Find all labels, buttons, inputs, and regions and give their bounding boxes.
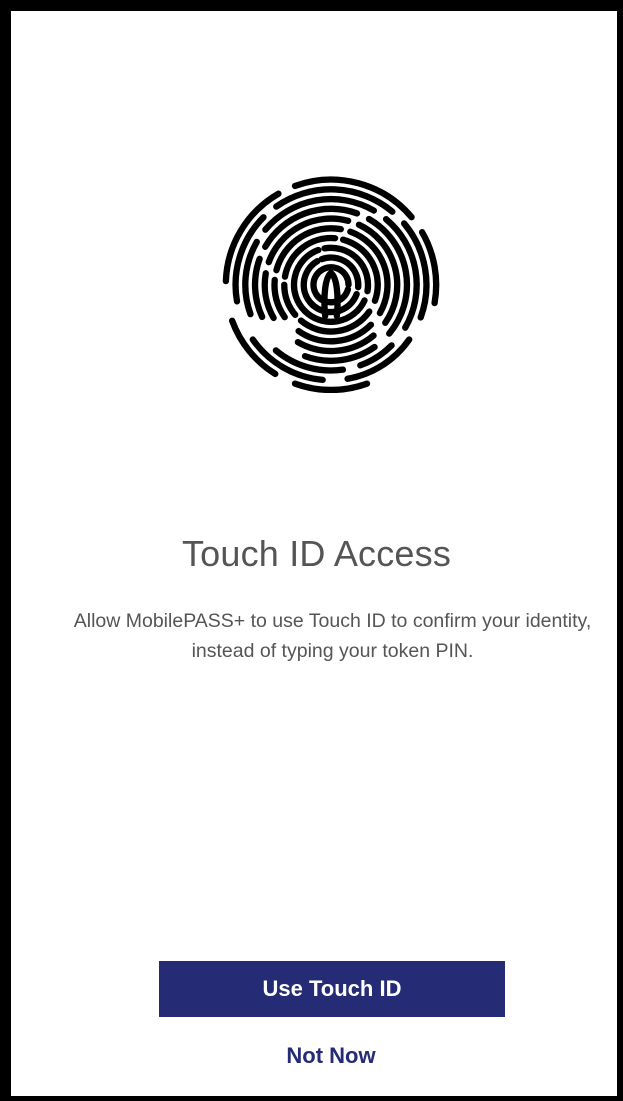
not-now-button[interactable]: Not Now [231, 1039, 431, 1073]
device-frame: Touch ID Access Allow MobilePASS+ to use… [0, 0, 623, 1101]
page-description: Allow MobilePASS+ to use Touch ID to con… [73, 610, 592, 662]
use-touch-id-button[interactable]: Use Touch ID [159, 961, 505, 1017]
fingerprint-icon [222, 176, 440, 393]
page-title: Touch ID Access [181, 533, 452, 574]
